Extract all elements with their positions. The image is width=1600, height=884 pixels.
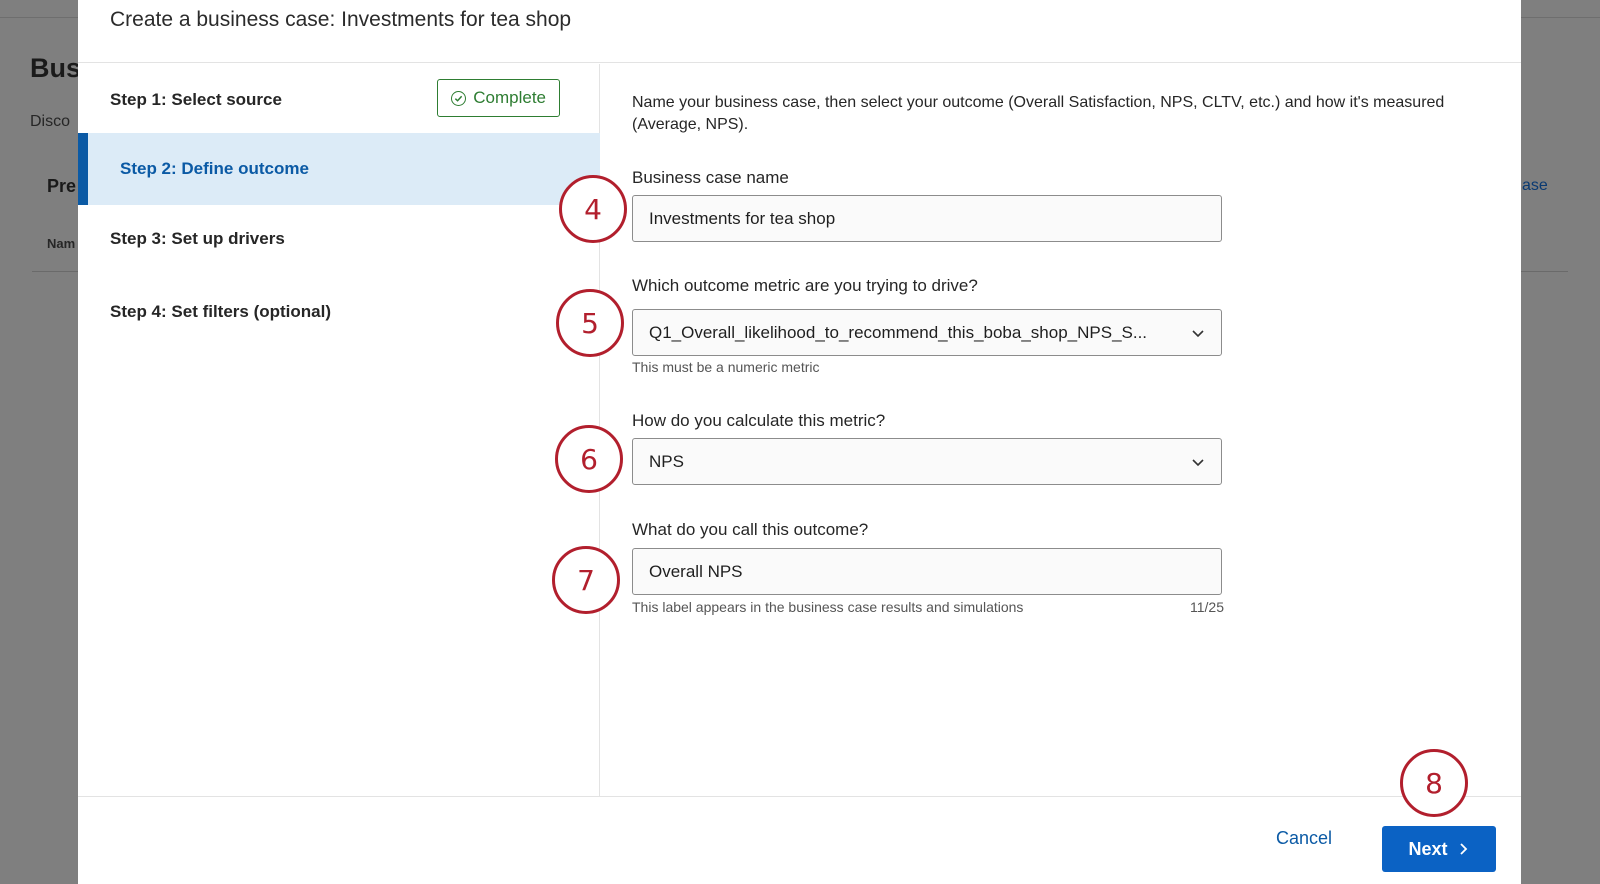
- character-counter: 11/25: [1190, 599, 1224, 615]
- business-case-name-input[interactable]: Investments for tea shop: [632, 195, 1222, 242]
- calculation-method-label: How do you calculate this metric?: [632, 411, 886, 430]
- complete-badge-label: Complete: [473, 88, 546, 107]
- modal-title: Create a business case: Investments for …: [110, 8, 572, 31]
- outcome-metric-helper: This must be a numeric metric: [632, 359, 820, 375]
- step-label: Step 4: Set filters (optional): [110, 302, 332, 321]
- outcome-metric-value: Q1_Overall_likelihood_to_recommend_this_…: [649, 322, 1148, 342]
- step-set-filters[interactable]: Step 4: Set filters (optional): [78, 276, 600, 348]
- callout-7: 7: [552, 546, 620, 614]
- calculation-method-value: NPS: [649, 451, 684, 471]
- step-label: Step 3: Set up drivers: [110, 229, 285, 248]
- cancel-button[interactable]: Cancel: [1276, 828, 1332, 849]
- define-outcome-form: Name your business case, then select you…: [600, 64, 1521, 796]
- calculation-method-select[interactable]: NPS: [632, 438, 1222, 485]
- callout-6: 6: [555, 425, 623, 493]
- outcome-name-input[interactable]: Overall NPS: [632, 548, 1222, 595]
- step-select-source[interactable]: Step 1: Select source Complete: [78, 64, 600, 136]
- modal-header: Create a business case: Investments for …: [78, 0, 1521, 63]
- callout-8: 8: [1400, 749, 1468, 817]
- background-tab: Pre: [47, 176, 77, 196]
- check-circle-icon: [451, 90, 467, 106]
- complete-badge: Complete: [437, 79, 560, 117]
- outcome-name-helper: This label appears in the business case …: [632, 599, 1024, 615]
- business-case-name-value: Investments for tea shop: [649, 208, 836, 228]
- callout-4: 4: [559, 175, 627, 243]
- chevron-down-icon: [1192, 329, 1204, 337]
- callout-5: 5: [556, 289, 624, 357]
- outcome-name-value: Overall NPS: [649, 561, 743, 581]
- next-button-label: Next: [1408, 838, 1448, 859]
- create-business-case-modal: Create a business case: Investments for …: [78, 0, 1521, 884]
- background-description: Disco: [30, 113, 71, 130]
- business-case-name-label: Business case name: [632, 168, 789, 187]
- step-label: Step 1: Select source: [110, 90, 282, 109]
- outcome-name-label: What do you call this outcome?: [632, 520, 869, 539]
- background-link: ase: [1522, 177, 1548, 194]
- chevron-down-icon: [1192, 458, 1204, 466]
- step-define-outcome[interactable]: Step 2: Define outcome: [78, 133, 600, 205]
- steps-sidebar: Step 1: Select source Complete Step 2: D…: [78, 64, 600, 796]
- next-button[interactable]: Next: [1382, 826, 1496, 872]
- step-label: Step 2: Define outcome: [120, 159, 309, 178]
- step-set-up-drivers[interactable]: Step 3: Set up drivers: [78, 203, 600, 275]
- background-page-title: Bus: [30, 53, 82, 83]
- chevron-right-icon: [1459, 843, 1467, 855]
- outcome-metric-select[interactable]: Q1_Overall_likelihood_to_recommend_this_…: [632, 309, 1222, 356]
- outcome-metric-label: Which outcome metric are you trying to d…: [632, 276, 978, 295]
- background-column-header: Nam: [47, 236, 76, 251]
- form-intro-text: Name your business case, then select you…: [632, 94, 1445, 133]
